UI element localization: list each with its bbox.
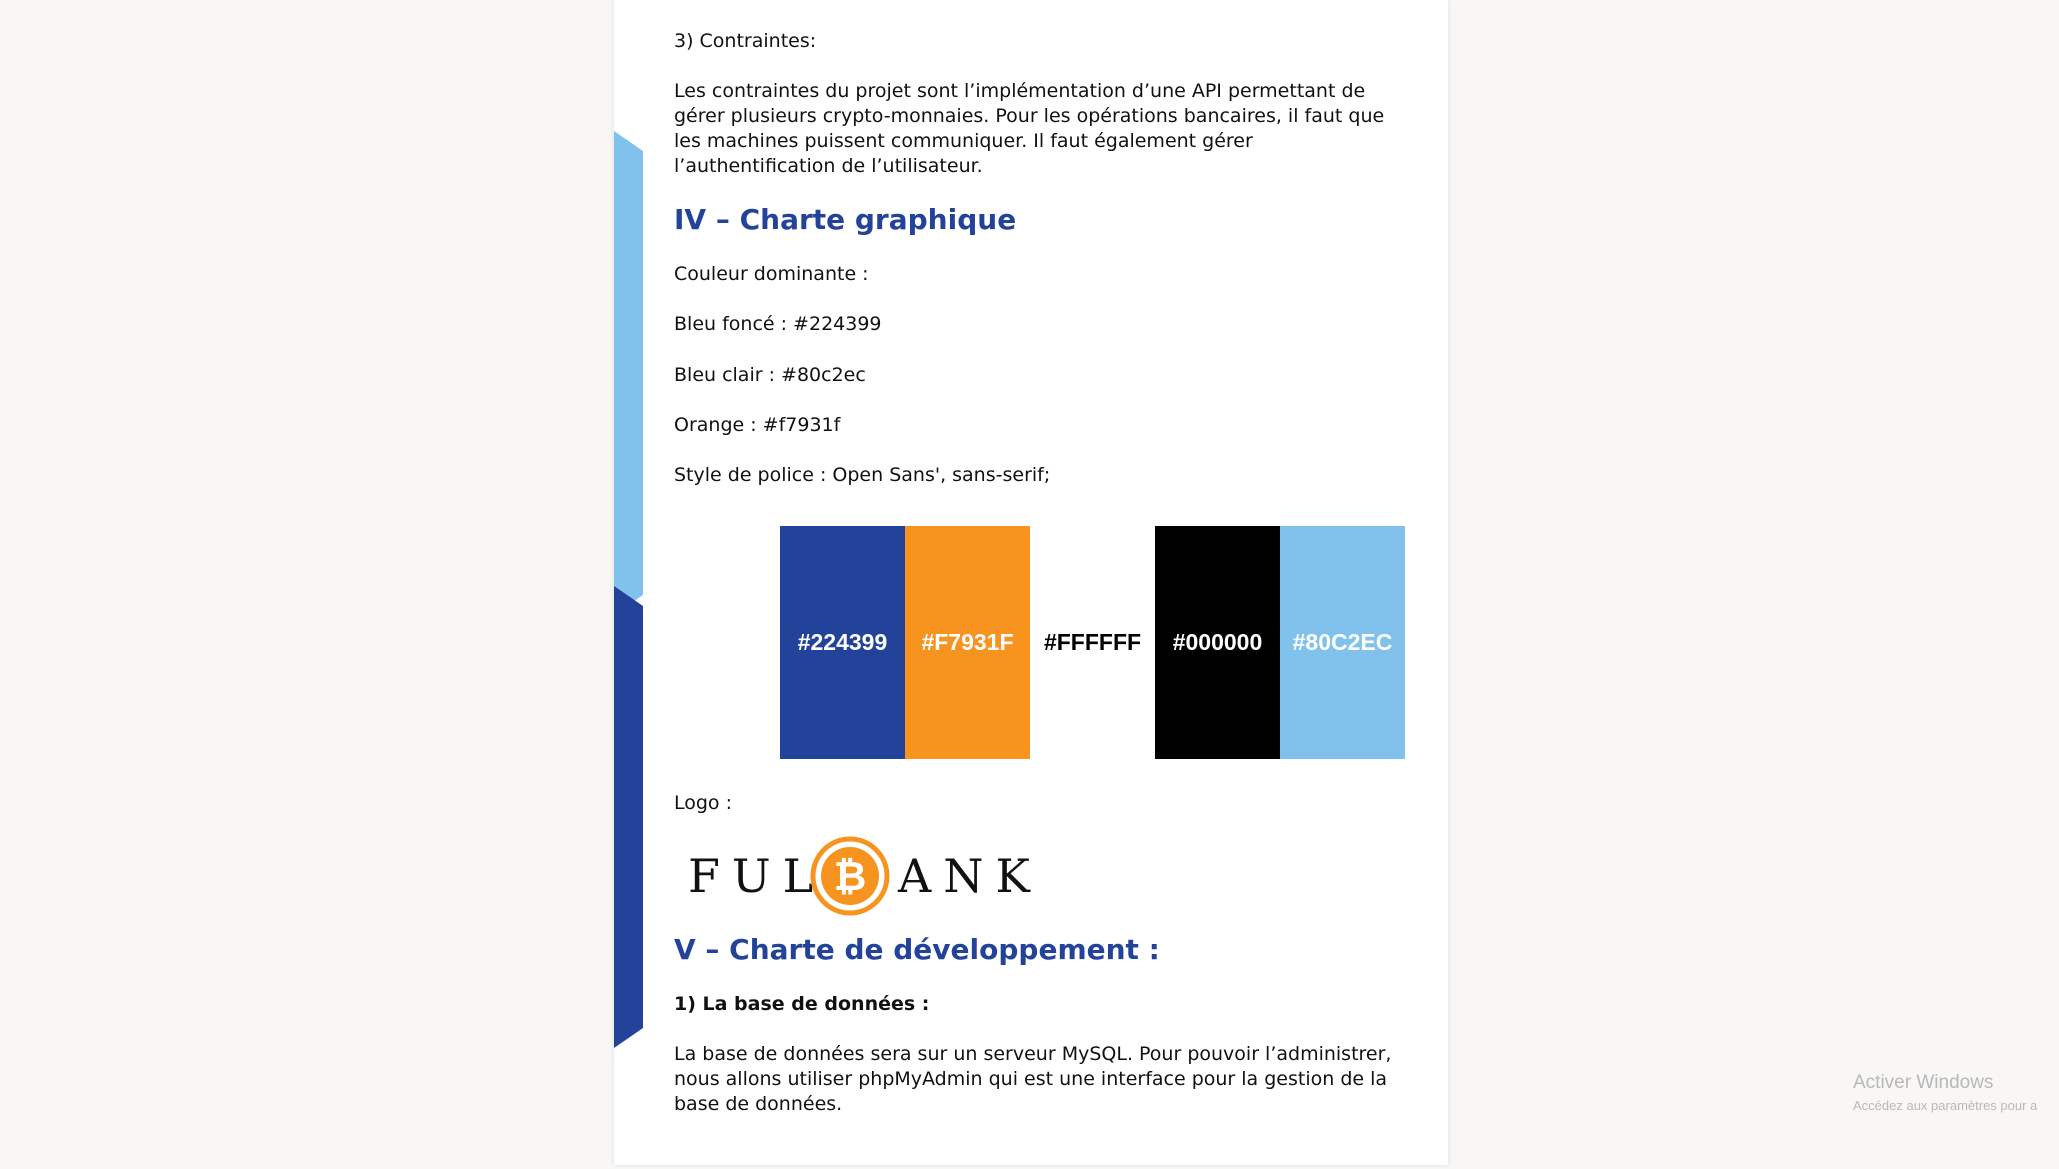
paragraph-line: nous allons utiliser phpMyAdmin qui est … [674,1068,1388,1090]
decorative-light-blue-band [614,131,643,615]
heading-charte-developpement: V – Charte de développement : [674,933,1160,966]
paragraph-line: base de données. [674,1093,843,1115]
couleur-dominante-label: Couleur dominante : [674,263,869,285]
windows-activation-title: Activer Windows [1853,1072,1994,1093]
db-paragraph: La base de données sera sur un serveur M… [674,1042,1434,1117]
swatch-80c2ec: #80C2EC [1280,526,1405,759]
paragraph-line: Les contraintes du projet sont l’impléme… [674,80,1366,102]
paragraph-line: gérer plusieurs crypto-monnaies. Pour le… [674,105,1385,127]
windows-activation-subtitle: Accédez aux paramètres pour a [1853,1098,2038,1113]
paragraph-line: La base de données sera sur un serveur M… [674,1043,1392,1065]
swatch-000000: #000000 [1155,526,1280,759]
bitcoin-coin-icon: ₿ [810,836,890,916]
coin-symbol: ₿ [834,854,867,900]
swatch-f7931f: #F7931F [905,526,1030,759]
swatch-label: #000000 [1172,629,1263,655]
logo-label: Logo : [674,792,733,814]
fulbank-logo: FUL ₿ ANK [688,836,1048,921]
contraintes-paragraph: Les contraintes du projet sont l’impléme… [674,79,1434,179]
heading-charte-graphique: IV – Charte graphique [674,203,1017,236]
swatch-label: #224399 [797,629,888,655]
section-heading-contraintes: 3) Contraintes: [674,30,817,52]
paragraph-line: l’authentification de l’utilisateur. [674,155,983,177]
bleu-fonce-line: Bleu foncé : #224399 [674,313,882,335]
swatch-label: #80C2EC [1292,629,1393,655]
db-subheading: 1) La base de données : [674,993,930,1015]
bleu-clair-line: Bleu clair : #80c2ec [674,364,866,386]
paragraph-line: les machines puissent communiquer. Il fa… [674,130,1253,152]
swatch-label: #FFFFFF [1043,629,1142,655]
swatch-224399: #224399 [780,526,905,759]
logo-text-left: FUL [688,849,826,903]
style-police-line: Style de police : Open Sans', sans-serif… [674,464,1051,486]
swatch-ffffff: #FFFFFF [1030,526,1155,759]
orange-line: Orange : #f7931f [674,414,841,436]
decorative-dark-blue-band [614,586,643,1048]
logo-text-right: ANK [898,849,1042,903]
document-page: 3) Contraintes: Les contraintes du proje… [614,0,1448,1165]
swatch-label: #F7931F [921,629,1014,655]
